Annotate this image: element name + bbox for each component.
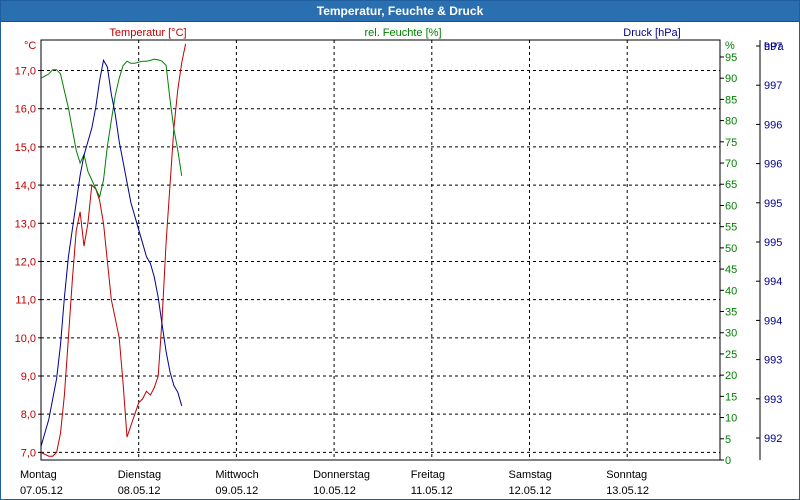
pressure-tick-label: 994: [764, 276, 782, 288]
chart-grid: [40, 39, 721, 461]
humidity-tick-label: 25: [725, 349, 737, 361]
temperature-tick-label: 16,0: [15, 104, 36, 116]
chart-canvas: 7,0 8,0 9,0 10,0 11,0 12,0 13,0 14,0 15,0 16,0 17,…: [15, 27, 785, 497]
pressure-tick-label: 993: [764, 355, 782, 367]
chart-series: [40, 43, 187, 457]
x-date-label: 13.05.12: [606, 485, 649, 497]
humidity-tick-label: 5: [725, 434, 731, 446]
humidity-tick-label: 20: [725, 370, 737, 382]
humidity-tick-label: 75: [725, 137, 737, 149]
humidity-tick-label: 50: [725, 243, 737, 255]
x-date-label: 10.05.12: [313, 485, 356, 497]
x-day-label: Donnerstag: [313, 469, 370, 481]
humidity-tick-label: 35: [725, 307, 737, 319]
x-date-label: 09.05.12: [215, 485, 258, 497]
humidity-unit: %: [725, 40, 735, 52]
humidity-tick-label: 40: [725, 285, 737, 297]
temperature-tick-label: 8,0: [21, 409, 36, 421]
temperature-tick-label: 7,0: [21, 447, 36, 459]
x-day-label: Samstag: [509, 469, 552, 481]
temperature-tick-label: 15,0: [15, 142, 36, 154]
x-date-label: 12.05.12: [509, 485, 552, 497]
humidity-tick-label: 0: [725, 455, 731, 467]
pressure-tick-label: 995: [764, 198, 782, 210]
pressure-unit: hPa: [764, 41, 784, 53]
humidity-tick-label: 30: [725, 328, 737, 340]
temperature-tick-label: 11,0: [15, 295, 36, 307]
pressure-tick-label: 996: [764, 159, 782, 171]
temperature-tick-label: 13,0: [15, 218, 36, 230]
x-day-label: Sonntag: [606, 469, 647, 481]
temperature-axis-title: Temperatur [°C]: [109, 27, 186, 39]
temperature-tick-label: 14,0: [15, 180, 36, 192]
humidity-series-line: [40, 58, 183, 199]
humidity-tick-label: 45: [725, 264, 737, 276]
pressure-tick-label: 994: [764, 315, 782, 327]
temperature-unit: °C: [24, 40, 36, 52]
humidity-tick-label: 10: [725, 413, 737, 425]
humidity-tick-label: 70: [725, 158, 737, 170]
pressure-tick-label: 996: [764, 119, 782, 131]
x-date-label: 08.05.12: [118, 485, 161, 497]
pressure-axis-title: Druck [hPa]: [623, 27, 680, 39]
pressure-tick-label: 995: [764, 237, 782, 249]
temperature-tick-label: 12,0: [15, 256, 36, 268]
humidity-tick-label: 95: [725, 52, 737, 64]
humidity-tick-label: 85: [725, 94, 737, 106]
x-date-label: 07.05.12: [20, 485, 63, 497]
humidity-tick-label: 65: [725, 179, 737, 191]
temperature-tick-label: 9,0: [21, 371, 36, 383]
plot-border: [40, 39, 721, 461]
x-day-label: Mittwoch: [215, 469, 258, 481]
pressure-tick-label: 997: [764, 80, 782, 92]
x-day-label: Freitag: [411, 469, 445, 481]
chart-axes: 7,0 8,0 9,0 10,0 11,0 12,0 13,0 14,0 15,0 16,0 17,…: [15, 40, 782, 467]
x-day-label: Dienstag: [118, 469, 161, 481]
pressure-tick-label: 992: [764, 433, 782, 445]
x-date-label: 11.05.12: [411, 485, 453, 497]
humidity-axis-title: rel. Feuchte [%]: [364, 27, 441, 39]
chart-labels: °C% hPa Temperatur [°C] rel. Feuchte [%] Dru…: [20, 27, 784, 497]
temperature-tick-label: 17,0: [15, 66, 36, 78]
humidity-tick-label: 60: [725, 200, 737, 212]
humidity-tick-label: 80: [725, 116, 737, 128]
temperature-tick-label: 10,0: [15, 333, 36, 345]
humidity-tick-label: 55: [725, 222, 737, 234]
humidity-tick-label: 90: [725, 73, 737, 85]
pressure-tick-label: 993: [764, 394, 782, 406]
x-day-label: Montag: [20, 469, 57, 481]
humidity-tick-label: 15: [725, 391, 737, 403]
